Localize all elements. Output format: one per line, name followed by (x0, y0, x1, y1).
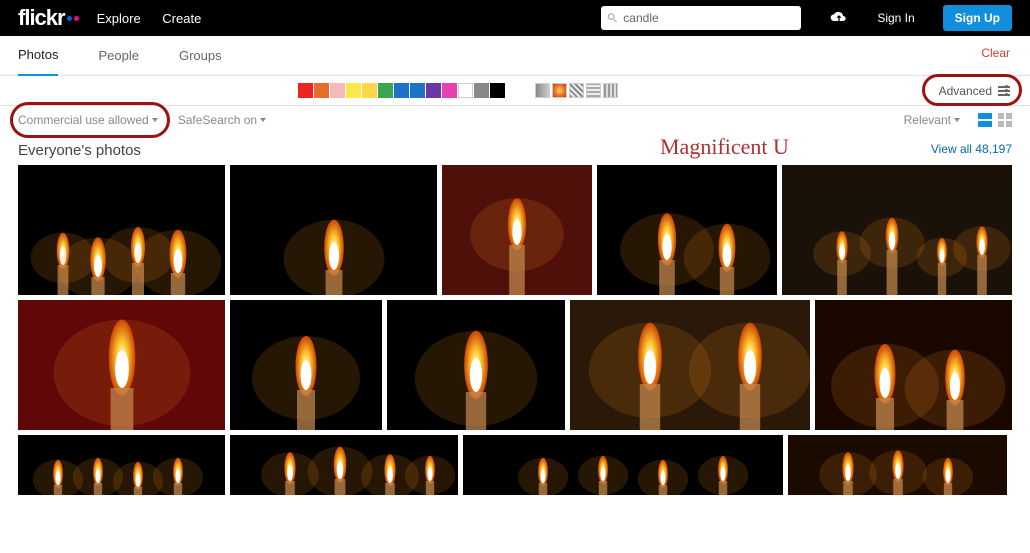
search-input[interactable] (623, 11, 795, 25)
upload-icon[interactable] (829, 11, 849, 25)
photo-thumbnail[interactable] (18, 435, 225, 495)
search-box[interactable] (601, 6, 801, 30)
pattern-option[interactable] (552, 83, 567, 98)
color-swatch[interactable] (378, 83, 393, 98)
color-swatch[interactable] (298, 83, 313, 98)
photo-thumbnail[interactable] (788, 435, 1007, 495)
photo-thumbnail[interactable] (442, 165, 592, 295)
sort-dropdown[interactable]: Relevant (904, 113, 960, 127)
tab-people[interactable]: People (98, 36, 138, 76)
photo-thumbnail[interactable] (18, 300, 225, 430)
color-swatch[interactable] (458, 83, 473, 98)
color-swatch[interactable] (410, 83, 425, 98)
signin-link[interactable]: Sign In (877, 11, 914, 25)
photo-thumbnail[interactable] (570, 300, 810, 430)
photo-thumbnail[interactable] (230, 165, 437, 295)
tab-groups[interactable]: Groups (179, 36, 222, 76)
view-all-link[interactable]: View all 48,197 (931, 142, 1012, 156)
flickr-logo[interactable]: flickr (18, 5, 79, 31)
clear-filters[interactable]: Clear (981, 46, 1010, 60)
nav-explore[interactable]: Explore (97, 11, 141, 26)
pattern-option[interactable] (535, 83, 550, 98)
color-swatch[interactable] (474, 83, 489, 98)
color-swatch[interactable] (314, 83, 329, 98)
photo-thumbnail[interactable] (18, 165, 225, 295)
view-mode (978, 113, 1012, 127)
top-nav-links: Explore Create (97, 11, 220, 26)
photo-thumbnail[interactable] (815, 300, 1012, 430)
nav-create[interactable]: Create (162, 11, 201, 26)
safesearch-filter[interactable]: SafeSearch on (178, 113, 266, 127)
pattern-option[interactable] (569, 83, 584, 98)
color-swatch[interactable] (346, 83, 361, 98)
annotation-text: Magnificent U (660, 134, 789, 160)
pattern-option[interactable] (603, 83, 618, 98)
color-swatch[interactable] (394, 83, 409, 98)
options-bar: Commercial use allowed SafeSearch on Rel… (0, 106, 1030, 134)
photo-thumbnail[interactable] (782, 165, 1012, 295)
results-title: Everyone's photos (18, 142, 141, 159)
chevron-down-icon (260, 118, 266, 122)
signup-button[interactable]: Sign Up (943, 5, 1012, 31)
photo-thumbnail[interactable] (597, 165, 777, 295)
color-swatch[interactable] (426, 83, 441, 98)
view-justified-icon[interactable] (978, 113, 992, 127)
results-header: Everyone's photos Magnificent U View all… (0, 134, 1030, 165)
photo-gallery (0, 165, 1030, 495)
photo-thumbnail[interactable] (463, 435, 783, 495)
advanced-toggle[interactable]: Advanced (939, 84, 1010, 98)
pattern-option[interactable] (586, 83, 601, 98)
top-navbar: flickr Explore Create Sign In Sign Up (0, 0, 1030, 36)
chevron-down-icon (152, 118, 158, 122)
content-tabs: Photos People Groups Clear (0, 36, 1030, 76)
photo-thumbnail[interactable] (387, 300, 565, 430)
color-swatches (298, 83, 505, 98)
color-swatch[interactable] (330, 83, 345, 98)
tab-photos[interactable]: Photos (18, 36, 58, 76)
pattern-swatches (535, 83, 618, 98)
view-grid-icon[interactable] (998, 113, 1012, 127)
color-swatch[interactable] (490, 83, 505, 98)
sliders-icon (998, 86, 1010, 96)
color-swatch[interactable] (442, 83, 457, 98)
photo-thumbnail[interactable] (230, 300, 382, 430)
search-icon (607, 12, 618, 24)
photo-thumbnail[interactable] (230, 435, 458, 495)
color-swatch[interactable] (362, 83, 377, 98)
license-filter[interactable]: Commercial use allowed (18, 113, 158, 127)
chevron-down-icon (954, 118, 960, 122)
filter-bar: Advanced (0, 76, 1030, 106)
